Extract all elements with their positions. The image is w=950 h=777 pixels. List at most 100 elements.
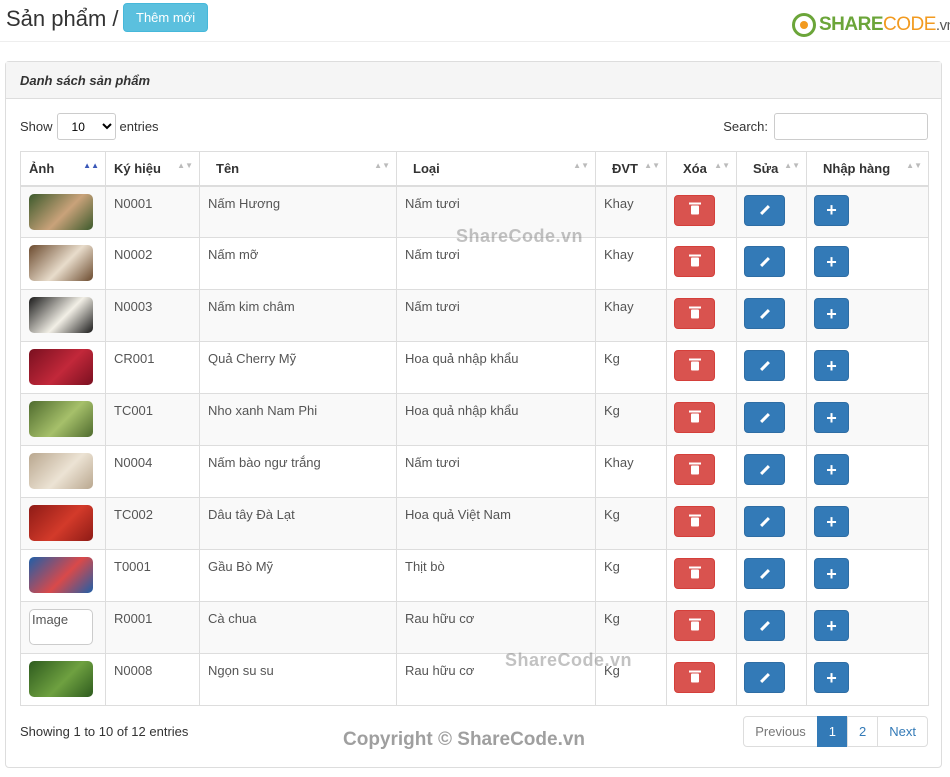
page-2-button[interactable]: 2 <box>847 716 879 747</box>
cell-import: + <box>806 653 929 706</box>
import-button[interactable]: + <box>814 558 849 589</box>
cell-name: Dâu tây Đà Lạt <box>199 497 397 550</box>
cell-code: CR001 <box>105 341 200 394</box>
cell-import: + <box>806 497 929 550</box>
product-thumbnail <box>29 401 93 437</box>
column-header-name[interactable]: Tên ▲▼ <box>199 151 397 187</box>
cell-code: TC002 <box>105 497 200 550</box>
cell-image <box>20 549 106 602</box>
import-button[interactable]: + <box>814 610 849 641</box>
delete-button[interactable] <box>674 402 715 433</box>
plus-icon: + <box>826 251 837 272</box>
edit-button[interactable] <box>744 506 785 537</box>
table-row: N0008 Ngọn su su Rau hữu cơ Kg + <box>20 653 929 706</box>
edit-button[interactable] <box>744 402 785 433</box>
product-thumbnail <box>29 453 93 489</box>
trash-icon <box>688 410 701 422</box>
sort-icon: ▲▼ <box>644 161 660 170</box>
edit-button[interactable] <box>744 558 785 589</box>
product-thumbnail <box>29 193 93 230</box>
pencil-icon <box>759 412 770 423</box>
pencil-icon <box>759 308 770 319</box>
cell-edit <box>736 341 807 394</box>
search-input[interactable] <box>774 113 928 140</box>
delete-button[interactable] <box>674 298 715 329</box>
import-button[interactable]: + <box>814 662 849 693</box>
cell-image <box>20 393 106 446</box>
watermark: ShareCode.vn <box>456 226 584 246</box>
plus-icon: + <box>826 563 837 584</box>
import-button[interactable]: + <box>814 350 849 381</box>
cell-delete <box>666 601 737 654</box>
edit-button[interactable] <box>744 610 785 641</box>
page-1-button[interactable]: 1 <box>816 716 849 747</box>
cell-name: Nấm Hương <box>199 185 397 238</box>
product-thumbnail <box>29 297 93 333</box>
import-button[interactable]: + <box>814 402 849 433</box>
cell-edit <box>736 497 807 550</box>
cell-unit: Kg <box>595 497 667 550</box>
delete-button[interactable] <box>674 558 715 589</box>
trash-icon <box>688 254 701 266</box>
edit-button[interactable] <box>744 454 785 485</box>
cell-unit: Kg <box>595 341 667 394</box>
product-thumbnail <box>29 349 93 385</box>
add-new-button[interactable]: Thêm mới <box>123 3 209 32</box>
column-header-image[interactable]: Ảnh ▲▲ <box>20 151 106 187</box>
product-thumbnail <box>29 557 93 593</box>
delete-button[interactable] <box>674 610 715 641</box>
edit-button[interactable] <box>744 246 785 277</box>
next-page-button[interactable]: Next <box>877 716 928 747</box>
column-header-unit[interactable]: ĐVT ▲▼ <box>595 151 667 187</box>
pencil-icon <box>759 516 770 527</box>
sort-icon: ▲▼ <box>177 161 193 170</box>
show-label: Show <box>20 119 53 134</box>
table-row: CR001 Quả Cherry Mỹ Hoa quả nhập khẩu Kg… <box>20 341 929 394</box>
trash-icon <box>688 670 701 682</box>
product-panel: Danh sách sản phẩm Show 10 entries Searc… <box>5 61 942 768</box>
cell-delete <box>666 237 737 290</box>
edit-button[interactable] <box>744 350 785 381</box>
sort-icon: ▲▼ <box>906 161 922 170</box>
cell-image <box>20 237 106 290</box>
pencil-icon <box>759 568 770 579</box>
previous-page-button[interactable]: Previous <box>743 716 818 747</box>
import-button[interactable]: + <box>814 246 849 277</box>
cell-type: Thịt bò <box>396 549 596 602</box>
sort-asc-icon: ▲▲ <box>83 161 99 170</box>
import-button[interactable]: + <box>814 454 849 485</box>
page-length-select[interactable]: 10 <box>56 113 116 140</box>
edit-button[interactable] <box>744 662 785 693</box>
delete-button[interactable] <box>674 246 715 277</box>
column-header-delete[interactable]: Xóa ▲▼ <box>666 151 737 187</box>
import-button[interactable]: + <box>814 506 849 537</box>
pencil-icon <box>759 672 770 683</box>
table-row: TC002 Dâu tây Đà Lạt Hoa quả Việt Nam Kg… <box>20 497 929 550</box>
import-button[interactable]: + <box>814 298 849 329</box>
page-title: Sản phẩm / <box>6 6 119 31</box>
cell-code: N0002 <box>105 237 200 290</box>
trash-icon <box>688 514 701 526</box>
column-header-import[interactable]: Nhập hàng ▲▼ <box>806 151 929 187</box>
cell-delete <box>666 393 737 446</box>
cell-unit: Khay <box>595 185 667 238</box>
cell-unit: Khay <box>595 289 667 342</box>
import-button[interactable]: + <box>814 194 849 226</box>
delete-button[interactable] <box>674 194 715 226</box>
delete-button[interactable] <box>674 454 715 485</box>
cell-name: Cà chua <box>199 601 397 654</box>
delete-button[interactable] <box>674 662 715 693</box>
delete-button[interactable] <box>674 506 715 537</box>
cell-name: Nấm mỡ <box>199 237 397 290</box>
cell-delete <box>666 341 737 394</box>
edit-button[interactable] <box>744 298 785 329</box>
cell-code: N0008 <box>105 653 200 706</box>
cell-edit <box>736 393 807 446</box>
column-header-type[interactable]: Loại ▲▼ <box>396 151 596 187</box>
delete-button[interactable] <box>674 350 715 381</box>
column-header-edit[interactable]: Sửa ▲▼ <box>736 151 807 187</box>
sort-icon: ▲▼ <box>374 161 390 170</box>
cell-code: N0003 <box>105 289 200 342</box>
edit-button[interactable] <box>744 194 785 226</box>
column-header-code[interactable]: Ký hiệu ▲▼ <box>105 151 200 187</box>
